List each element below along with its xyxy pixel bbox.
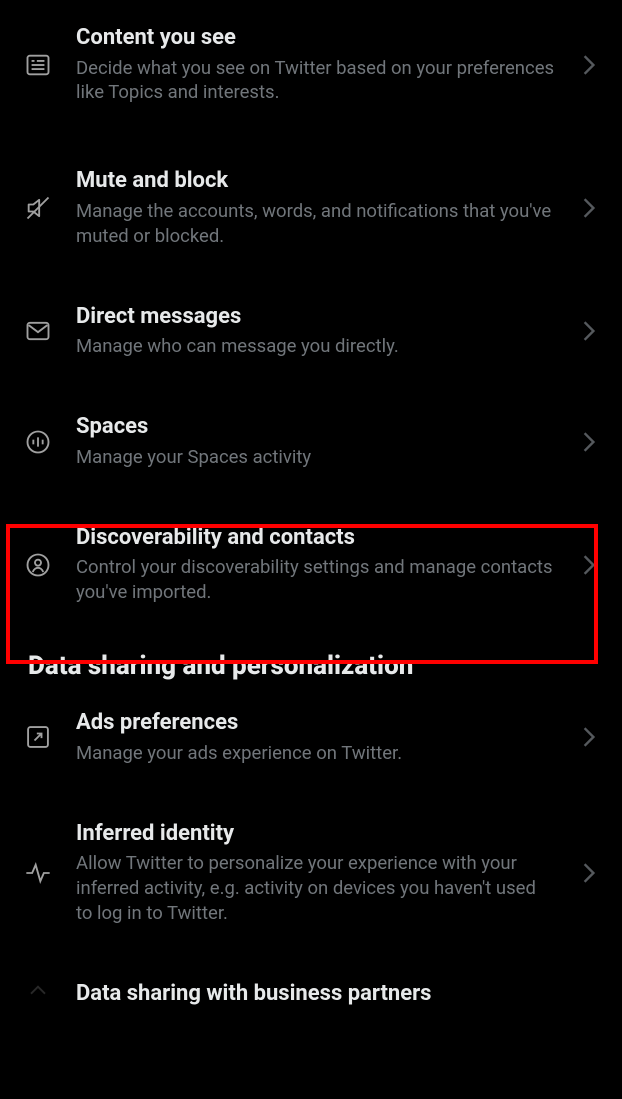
row-desc: Manage who can message you directly. <box>76 334 556 359</box>
row-inferred-identity[interactable]: Inferred identity Allow Twitter to perso… <box>0 796 622 950</box>
row-content-you-see[interactable]: Content you see Decide what you see on T… <box>0 0 622 129</box>
chevron-right-icon <box>578 197 600 219</box>
row-desc: Manage the accounts, words, and notifica… <box>76 199 556 249</box>
row-direct-messages[interactable]: Direct messages Manage who can message y… <box>0 279 622 383</box>
row-text: Spaces Manage your Spaces activity <box>76 413 556 469</box>
row-desc: Manage your Spaces activity <box>76 445 556 470</box>
row-text: Direct messages Manage who can message y… <box>76 303 556 359</box>
settings-screen: Content you see Decide what you see on T… <box>0 0 622 1099</box>
activity-icon <box>22 859 54 887</box>
row-spaces[interactable]: Spaces Manage your Spaces activity <box>0 389 622 493</box>
ads-icon <box>22 723 54 751</box>
row-title: Inferred identity <box>76 820 556 848</box>
row-ads-preferences[interactable]: Ads preferences Manage your ads experien… <box>0 685 622 789</box>
row-text: Ads preferences Manage your ads experien… <box>76 709 556 765</box>
mute-icon <box>22 194 54 222</box>
chevron-right-icon <box>578 862 600 884</box>
row-text: Content you see Decide what you see on T… <box>76 24 556 105</box>
row-text: Discoverability and contacts Control you… <box>76 524 556 605</box>
row-title: Content you see <box>76 24 556 52</box>
row-desc: Manage your ads experience on Twitter. <box>76 741 556 766</box>
row-text: Mute and block Manage the accounts, word… <box>76 167 556 248</box>
row-data-sharing-partners[interactable]: Data sharing with business partners <box>0 956 622 1018</box>
row-text: Inferred identity Allow Twitter to perso… <box>76 820 556 926</box>
row-title: Direct messages <box>76 303 556 331</box>
row-desc: Decide what you see on Twitter based on … <box>76 56 556 106</box>
row-text: Data sharing with business partners <box>76 980 556 1012</box>
chevron-right-icon <box>578 431 600 453</box>
row-title: Spaces <box>76 413 556 441</box>
row-title: Data sharing with business partners <box>76 980 556 1008</box>
row-discoverability-contacts[interactable]: Discoverability and contacts Control you… <box>0 500 622 629</box>
content-icon <box>22 51 54 79</box>
row-mute-and-block[interactable]: Mute and block Manage the accounts, word… <box>0 143 622 272</box>
row-title: Mute and block <box>76 167 556 195</box>
row-desc: Control your discoverability settings an… <box>76 555 556 605</box>
share-icon <box>22 982 54 1010</box>
envelope-icon <box>22 317 54 345</box>
chevron-right-icon <box>578 320 600 342</box>
row-title: Ads preferences <box>76 709 556 737</box>
section-heading-data-sharing: Data sharing and personalization <box>0 629 622 685</box>
discover-icon <box>22 551 54 579</box>
spaces-icon <box>22 428 54 456</box>
chevron-right-icon <box>578 726 600 748</box>
chevron-right-icon <box>578 54 600 76</box>
row-title: Discoverability and contacts <box>76 524 556 552</box>
row-desc: Allow Twitter to personalize your experi… <box>76 851 556 926</box>
chevron-right-icon <box>578 554 600 576</box>
